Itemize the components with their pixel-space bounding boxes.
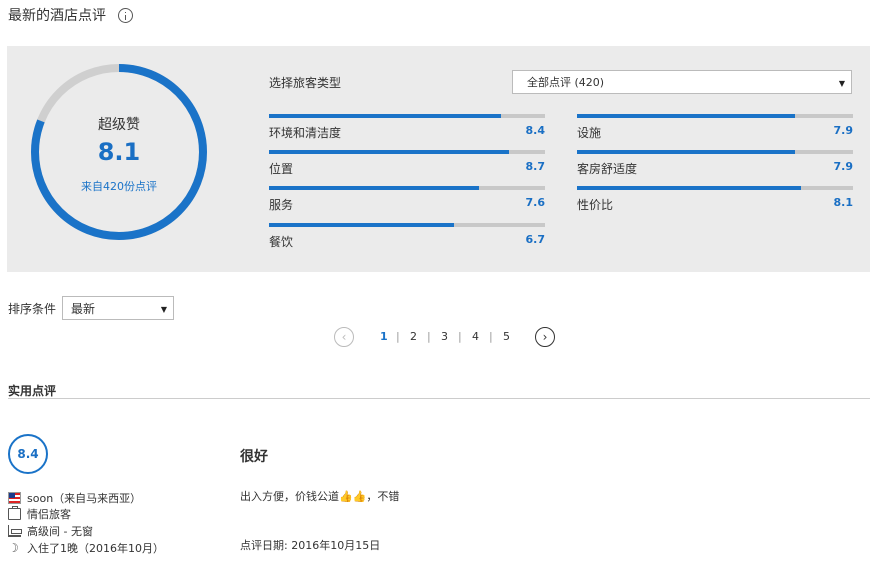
traveler-type-row: 情侣旅客 — [8, 506, 71, 522]
sort-value: 最新 — [71, 301, 96, 316]
pagination: ‹ 1 | 2 | 3 | 4 | 5 › — [334, 327, 564, 347]
stay-text: 入住了1晚（2016年10月） — [27, 542, 164, 555]
overall-score: 8.1 — [97, 138, 141, 166]
category-score: 7.9 — [833, 124, 854, 137]
chevron-right-icon[interactable]: › — [535, 327, 555, 347]
traveler-type-label: 选择旅客类型 — [269, 76, 342, 90]
traveler-type-value: 全部点评 (420) — [527, 76, 605, 89]
category-bar-fill — [577, 114, 796, 118]
category-bar-dining: 餐饮 6.7 — [269, 223, 545, 255]
overall-score-ring: 超级赞 8.1 来自420份点评 — [29, 62, 209, 242]
category-score: 6.7 — [525, 233, 546, 246]
category-bar-fill — [269, 223, 454, 227]
stay-row: ☽ 入住了1晚（2016年10月） — [8, 540, 164, 556]
sort-select[interactable]: 最新 ▼ — [62, 296, 174, 320]
category-bar-value: 性价比 8.1 — [577, 186, 853, 218]
room-row: 高级间 - 无窗 — [8, 523, 93, 539]
rating-summary-panel: 超级赞 8.1 来自420份点评 选择旅客类型 全部点评 (420) ▼ 环境和… — [7, 46, 870, 272]
category-bar-fill — [269, 150, 510, 154]
category-bar-location: 位置 8.7 — [269, 150, 545, 182]
category-score: 8.4 — [525, 124, 546, 137]
page-title: 最新的酒店点评 — [8, 8, 106, 24]
section-divider — [8, 398, 870, 399]
review-title: 很好 — [240, 449, 268, 465]
info-icon[interactable] — [118, 7, 133, 23]
chevron-down-icon: ▼ — [838, 79, 845, 88]
category-score: 8.1 — [833, 196, 854, 209]
page-separator: | — [396, 330, 400, 343]
page-separator: | — [489, 330, 493, 343]
category-label: 餐饮 — [269, 235, 294, 249]
category-label: 设施 — [577, 126, 602, 140]
category-bar-fill — [577, 186, 801, 190]
category-score: 8.7 — [525, 160, 546, 173]
page-link-3[interactable]: 3 — [441, 330, 448, 343]
reviewer-name: soon（来自马来西亚） — [27, 492, 142, 505]
review-score-badge: 8.4 — [8, 434, 48, 474]
category-bar-fill — [269, 186, 479, 190]
category-bar-facilities: 设施 7.9 — [577, 114, 853, 146]
room-type-text: 高级间 - 无窗 — [27, 525, 93, 538]
flag-icon — [8, 492, 21, 504]
traveler-type-select[interactable]: 全部点评 (420) ▼ — [512, 70, 852, 94]
reviews-header: 最新的酒店点评 — [8, 4, 133, 26]
page-link-4[interactable]: 4 — [472, 330, 479, 343]
bed-icon — [8, 525, 22, 537]
sort-label: 排序条件 — [8, 302, 57, 316]
traveler-type-text: 情侣旅客 — [27, 508, 71, 521]
page-separator: | — [458, 330, 462, 343]
page-link-2[interactable]: 2 — [410, 330, 417, 343]
section-title: 实用点评 — [8, 384, 57, 398]
chevron-down-icon: ▼ — [160, 305, 167, 314]
page-link-5[interactable]: 5 — [503, 330, 510, 343]
category-label: 客房舒适度 — [577, 162, 638, 176]
rating-word: 超级赞 — [98, 117, 140, 133]
category-score: 7.9 — [833, 160, 854, 173]
category-label: 服务 — [269, 198, 294, 212]
briefcase-icon — [8, 506, 21, 520]
category-score: 7.6 — [525, 196, 546, 209]
category-bar-room-comfort: 客房舒适度 7.9 — [577, 150, 853, 182]
category-bar-cleanliness: 环境和清洁度 8.4 — [269, 114, 545, 146]
review-count-link[interactable]: 来自420份点评 — [29, 178, 209, 194]
category-label: 性价比 — [577, 198, 614, 212]
review-date: 点评日期: 2016年10月15日 — [240, 539, 381, 552]
category-bar-fill — [269, 114, 501, 118]
page-separator: | — [427, 330, 431, 343]
category-label: 环境和清洁度 — [269, 126, 342, 140]
category-bar-service: 服务 7.6 — [269, 186, 545, 218]
category-label: 位置 — [269, 162, 294, 176]
reviewer-row: soon（来自马来西亚） — [8, 490, 141, 506]
page-link-1[interactable]: 1 — [380, 330, 388, 343]
moon-icon: ☽ — [8, 541, 19, 555]
review-body: 出入方便，价钱公道👍👍，不错 — [240, 490, 400, 503]
category-bar-fill — [577, 150, 796, 154]
chevron-left-icon[interactable]: ‹ — [334, 327, 354, 347]
